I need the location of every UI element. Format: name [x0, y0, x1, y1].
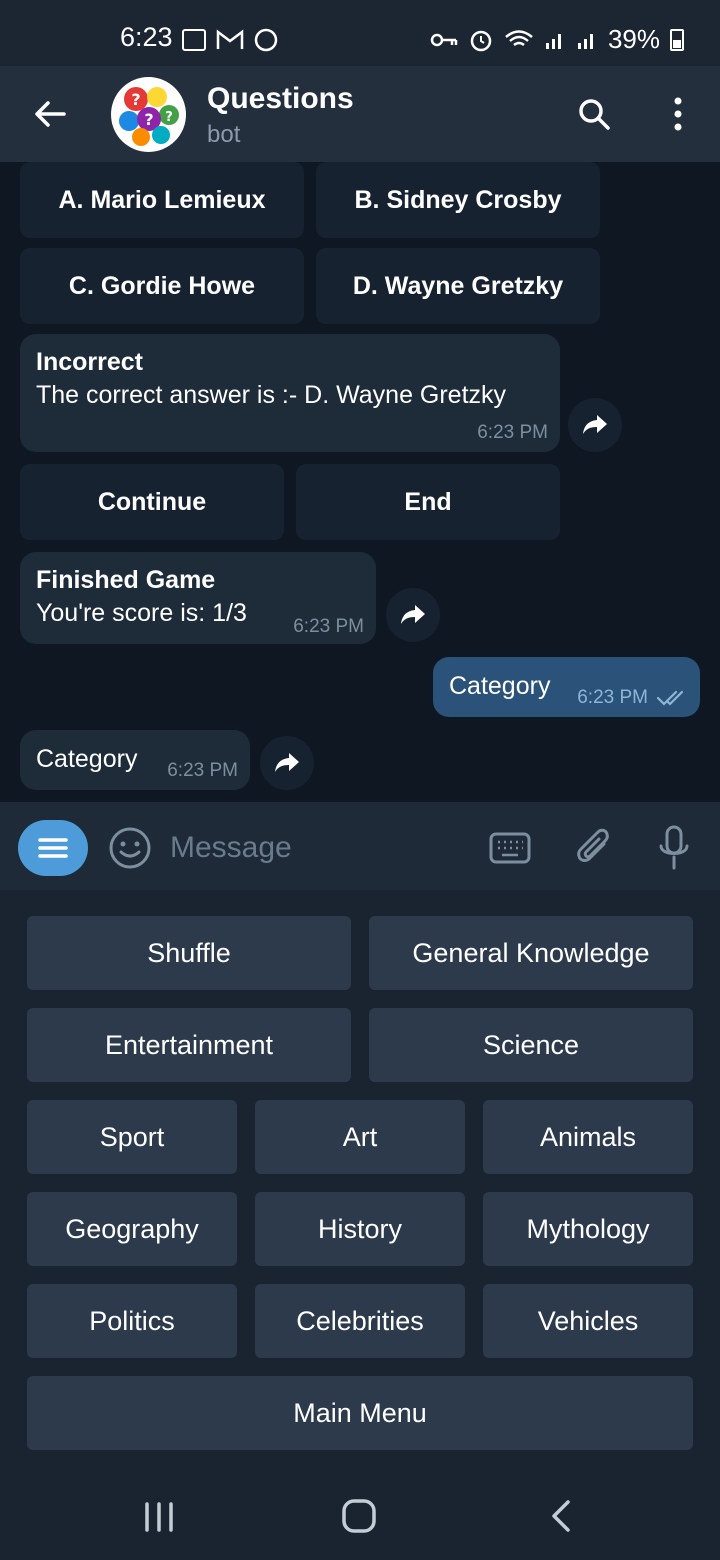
message-time: 6:23 PM	[477, 422, 548, 443]
search-icon[interactable]	[574, 94, 614, 134]
more-options-icon[interactable]	[664, 94, 692, 134]
chat-subtitle: bot	[207, 121, 241, 148]
inline-answer-b[interactable]: B. Sidney Crosby	[316, 162, 600, 238]
category-button-shuffle[interactable]: Shuffle	[27, 916, 351, 990]
system-icons: 39%	[430, 24, 684, 55]
share-arrow-icon	[275, 753, 299, 772]
signal-icon-2	[577, 33, 593, 49]
result-text: The correct answer is :- D. Wayne Gretzk…	[36, 378, 544, 412]
category-button-celebrities[interactable]: Celebrities	[255, 1284, 465, 1358]
gmail-icon	[216, 29, 244, 49]
bot-avatar[interactable]: ? ? ?	[111, 77, 186, 152]
end-button[interactable]: End	[296, 464, 560, 540]
message-time: 6:23 PM	[577, 687, 648, 708]
inline-answer-a[interactable]: A. Mario Lemieux	[20, 162, 304, 238]
message-time: 6:23 PM	[293, 616, 364, 637]
battery-percent: 39%	[607, 24, 660, 54]
share-button[interactable]	[260, 736, 314, 790]
category-button-sport[interactable]: Sport	[27, 1100, 237, 1174]
inline-answer-d[interactable]: D. Wayne Gretzky	[316, 248, 600, 324]
inline-answer-c[interactable]: C. Gordie Howe	[20, 248, 304, 324]
category-button-geography[interactable]: Geography	[27, 1192, 237, 1266]
share-arrow-icon	[401, 605, 425, 624]
recent-apps-icon[interactable]	[142, 1500, 176, 1534]
continue-button[interactable]: Continue	[20, 464, 284, 540]
main-menu-button[interactable]: Main Menu	[27, 1376, 693, 1450]
category-button-politics[interactable]: Politics	[27, 1284, 237, 1358]
microphone-icon[interactable]	[656, 824, 692, 872]
result-prefix: The correct answer is :-	[36, 381, 305, 409]
emoji-icon[interactable]	[108, 826, 152, 870]
bot-reply-keyboard: Shuffle General Knowledge Entertainment …	[0, 890, 720, 1476]
category-button-animals[interactable]: Animals	[483, 1100, 693, 1174]
vpn-key-icon	[430, 33, 458, 46]
chat-messages[interactable]: A. Mario Lemieux B. Sidney Crosby C. Gor…	[0, 162, 720, 802]
finished-game-message: Finished Game You're score is: 1/3 6:23 …	[20, 552, 376, 644]
outgoing-message: Category 6:23 PM	[433, 657, 700, 717]
category-button-history[interactable]: History	[255, 1192, 465, 1266]
signal-icon-1	[545, 33, 561, 49]
bot-menu-button[interactable]	[18, 820, 88, 876]
chat-header: ? ? ? Questions bot	[0, 66, 720, 162]
share-arrow-icon	[583, 415, 607, 434]
alarm-icon	[470, 30, 492, 51]
system-back-icon[interactable]	[546, 1498, 576, 1534]
outgoing-text: Category	[449, 672, 551, 700]
wifi-icon	[505, 29, 533, 46]
battery-icon	[670, 28, 684, 51]
result-title: Incorrect	[36, 348, 143, 376]
category-button-art[interactable]: Art	[255, 1100, 465, 1174]
chat-title[interactable]: Questions	[207, 82, 354, 116]
category-button-vehicles[interactable]: Vehicles	[483, 1284, 693, 1358]
category-button-mythology[interactable]: Mythology	[483, 1192, 693, 1266]
attach-icon[interactable]	[574, 826, 614, 870]
menu-lines-icon	[38, 838, 68, 858]
finished-title: Finished Game	[36, 566, 216, 594]
message-input[interactable]	[170, 826, 460, 870]
svg-text:?: ?	[165, 110, 173, 125]
result-answer: D. Wayne Gretzky	[304, 381, 507, 409]
category-button-science[interactable]: Science	[369, 1008, 693, 1082]
gallery-icon	[182, 29, 206, 51]
home-icon[interactable]	[341, 1498, 377, 1534]
status-time: 6:23	[120, 22, 173, 52]
svg-text:?: ?	[144, 110, 153, 129]
question-marks-avatar-icon: ? ? ?	[119, 87, 179, 146]
share-button[interactable]	[386, 588, 440, 642]
app-notification-icon	[254, 28, 278, 52]
message-time: 6:23 PM	[167, 760, 238, 781]
message-input-bar	[0, 802, 720, 890]
double-check-icon	[656, 690, 684, 706]
status-bar: 6:23 39%	[0, 0, 720, 66]
back-arrow-icon[interactable]	[30, 94, 70, 134]
share-button[interactable]	[568, 398, 622, 452]
category-button-general-knowledge[interactable]: General Knowledge	[369, 916, 693, 990]
keyboard-icon[interactable]	[488, 830, 532, 866]
result-message: Incorrect The correct answer is :- D. Wa…	[20, 334, 560, 452]
category-button-entertainment[interactable]: Entertainment	[27, 1008, 351, 1082]
svg-text:?: ?	[131, 90, 140, 109]
notification-icons	[182, 28, 278, 52]
system-navigation-bar	[0, 1476, 720, 1560]
incoming-category-message: Category 6:23 PM	[20, 730, 250, 790]
